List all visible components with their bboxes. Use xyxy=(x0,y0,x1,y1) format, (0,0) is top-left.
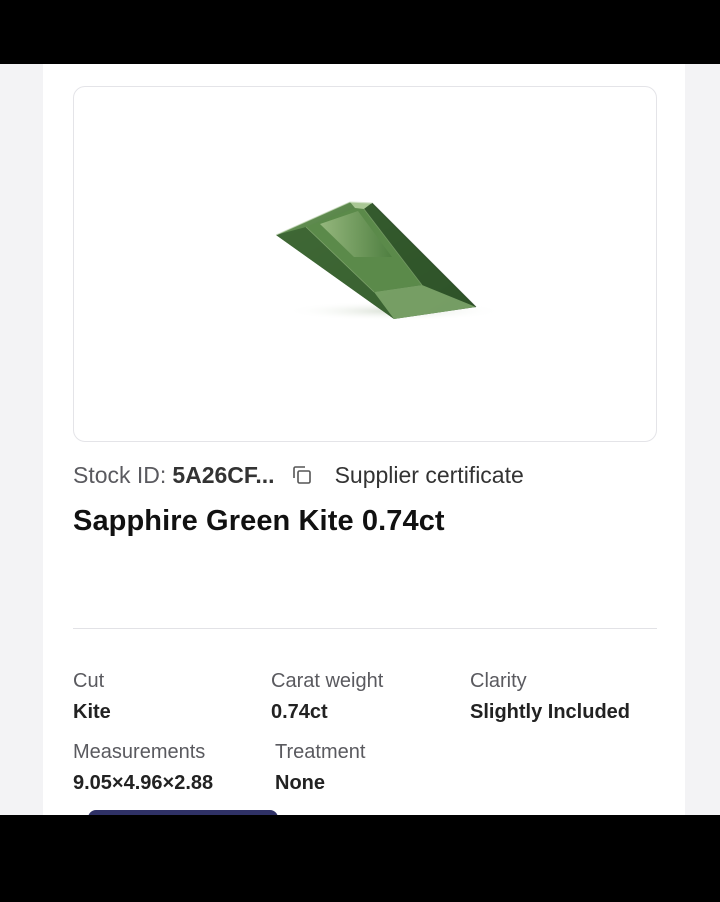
product-card: Stock ID: 5A26CF... Supplier certificate… xyxy=(43,64,685,815)
spec-cut: Cut Kite xyxy=(73,670,111,724)
spec-value: Slightly Included xyxy=(470,701,631,723)
product-title: Sapphire Green Kite 0.74ct xyxy=(73,505,445,537)
stock-id-value: 5A26CF... xyxy=(172,461,275,488)
copy-icon[interactable] xyxy=(291,464,313,486)
bottom-letterbox-bar xyxy=(0,815,720,902)
spec-treatment: Treatment None xyxy=(275,741,365,795)
stock-id-label: Stock ID: xyxy=(73,461,167,488)
spec-label: Cut xyxy=(73,670,105,692)
product-image-frame[interactable] xyxy=(73,86,657,442)
stock-row: Stock ID: 5A26CF... Supplier certificate xyxy=(73,460,524,490)
spec-carat-weight: Carat weight 0.74ct xyxy=(271,670,383,724)
section-divider xyxy=(73,628,657,629)
spec-measurements: Measurements 9.05×4.96×2.88 xyxy=(73,741,213,795)
spec-label: Carat weight xyxy=(271,670,384,692)
top-letterbox-bar xyxy=(0,0,720,64)
spec-label: Clarity xyxy=(470,670,527,692)
spec-value: Kite xyxy=(73,701,111,723)
product-page: Stock ID: 5A26CF... Supplier certificate… xyxy=(0,64,720,815)
spec-clarity: Clarity Slightly Included xyxy=(470,670,630,724)
spec-value: 9.05×4.96×2.88 xyxy=(73,772,214,794)
spec-value: 0.74ct xyxy=(271,701,328,723)
spec-value: None xyxy=(275,772,325,794)
gemstone-image xyxy=(275,201,504,321)
supplier-certificate-link[interactable]: Supplier certificate xyxy=(335,462,524,489)
spec-label: Treatment xyxy=(275,741,366,763)
spec-label: Measurements xyxy=(73,741,206,763)
